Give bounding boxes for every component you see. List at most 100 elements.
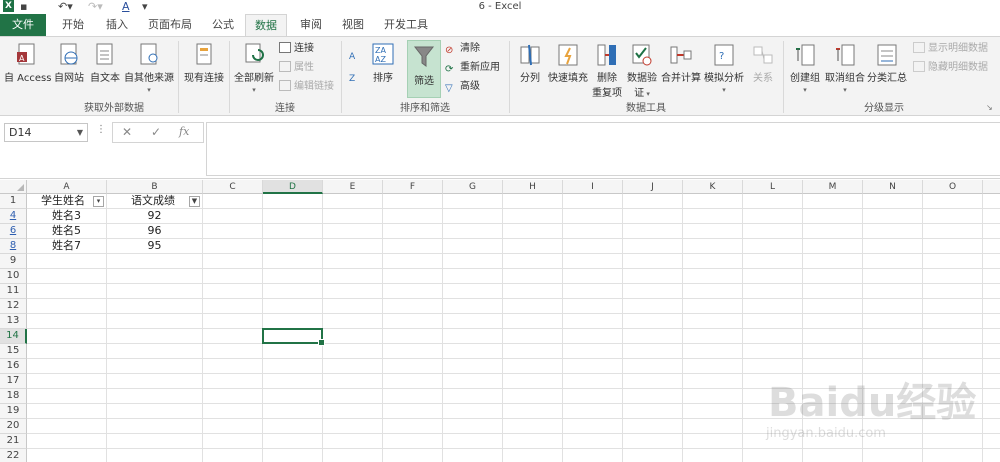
cell-n8[interactable]	[863, 239, 923, 254]
row-header-4[interactable]: 4	[0, 209, 27, 224]
cell-h14[interactable]	[503, 329, 563, 344]
cell-b6[interactable]: 96	[107, 224, 203, 239]
cell-a11[interactable]	[27, 284, 107, 299]
cell-p11[interactable]	[983, 284, 1000, 299]
cell-k4[interactable]	[683, 209, 743, 224]
cell-f20[interactable]	[383, 419, 443, 434]
cell-e16[interactable]	[323, 359, 383, 374]
cell-n6[interactable]	[863, 224, 923, 239]
cell-d20[interactable]	[263, 419, 323, 434]
row-header-11[interactable]: 11	[0, 284, 27, 299]
row-header-16[interactable]: 16	[0, 359, 27, 374]
cell-f4[interactable]	[383, 209, 443, 224]
cell-l4[interactable]	[743, 209, 803, 224]
cell-p15[interactable]	[983, 344, 1000, 359]
cell-c8[interactable]	[203, 239, 263, 254]
cell-a21[interactable]	[27, 434, 107, 449]
tab-formulas[interactable]: 公式	[204, 14, 242, 36]
cell-m8[interactable]	[803, 239, 863, 254]
cell-k8[interactable]	[683, 239, 743, 254]
cell-d16[interactable]	[263, 359, 323, 374]
cell-b13[interactable]	[107, 314, 203, 329]
column-header-a[interactable]: A	[27, 180, 107, 194]
what-if-analysis-button[interactable]: ? 模拟分析 ▾	[703, 43, 745, 95]
cell-j14[interactable]	[623, 329, 683, 344]
cell-j18[interactable]	[623, 389, 683, 404]
cell-d18[interactable]	[263, 389, 323, 404]
cell-m15[interactable]	[803, 344, 863, 359]
column-header-i[interactable]: I	[563, 180, 623, 194]
cell-o11[interactable]	[923, 284, 983, 299]
cell-j4[interactable]	[623, 209, 683, 224]
cell-e18[interactable]	[323, 389, 383, 404]
cell-o4[interactable]	[923, 209, 983, 224]
cell-l14[interactable]	[743, 329, 803, 344]
chevron-down-icon[interactable]: ▼	[77, 124, 83, 141]
row-header-1[interactable]: 1	[0, 194, 27, 209]
cell-c20[interactable]	[203, 419, 263, 434]
cell-c21[interactable]	[203, 434, 263, 449]
cell-j12[interactable]	[623, 299, 683, 314]
row-header-9[interactable]: 9	[0, 254, 27, 269]
cell-n12[interactable]	[863, 299, 923, 314]
cell-l8[interactable]	[743, 239, 803, 254]
select-all-button[interactable]	[0, 180, 27, 194]
cell-i15[interactable]	[563, 344, 623, 359]
cell-e21[interactable]	[323, 434, 383, 449]
cell-f17[interactable]	[383, 374, 443, 389]
column-header-o[interactable]: O	[923, 180, 983, 194]
name-box[interactable]: D14 ▼	[4, 123, 88, 142]
cell-a6[interactable]: 姓名5	[27, 224, 107, 239]
cell-n22[interactable]	[863, 449, 923, 462]
cell-f19[interactable]	[383, 404, 443, 419]
cell-c13[interactable]	[203, 314, 263, 329]
cell-b18[interactable]	[107, 389, 203, 404]
cell-d19[interactable]	[263, 404, 323, 419]
cell-c15[interactable]	[203, 344, 263, 359]
cell-h13[interactable]	[503, 314, 563, 329]
formula-input[interactable]	[206, 122, 1000, 176]
cell-b19[interactable]	[107, 404, 203, 419]
cell-a10[interactable]	[27, 269, 107, 284]
cell-f15[interactable]	[383, 344, 443, 359]
row-header-17[interactable]: 17	[0, 374, 27, 389]
cell-c6[interactable]	[203, 224, 263, 239]
cell-g14[interactable]	[443, 329, 503, 344]
tab-page-layout[interactable]: 页面布局	[142, 14, 198, 36]
cell-i14[interactable]	[563, 329, 623, 344]
text-to-columns-button[interactable]: 分列	[514, 43, 546, 84]
tab-developer[interactable]: 开发工具	[378, 14, 434, 36]
column-header-j[interactable]: J	[623, 180, 683, 194]
cell-e6[interactable]	[323, 224, 383, 239]
cell-p13[interactable]	[983, 314, 1000, 329]
cell-p10[interactable]	[983, 269, 1000, 284]
cell-j17[interactable]	[623, 374, 683, 389]
column-header-c[interactable]: C	[203, 180, 263, 194]
cell-e1[interactable]	[323, 194, 383, 209]
ungroup-button[interactable]: 取消组合 ▾	[824, 43, 866, 95]
remove-duplicates-button[interactable]: 删除 重复项	[591, 43, 623, 99]
cell-k1[interactable]	[683, 194, 743, 209]
cell-e4[interactable]	[323, 209, 383, 224]
cell-c9[interactable]	[203, 254, 263, 269]
sort-button[interactable]: ZA AZ 排序	[370, 43, 396, 84]
cell-b22[interactable]	[107, 449, 203, 462]
cell-n10[interactable]	[863, 269, 923, 284]
cell-k15[interactable]	[683, 344, 743, 359]
column-header-g[interactable]: G	[443, 180, 503, 194]
cell-m6[interactable]	[803, 224, 863, 239]
cell-c16[interactable]	[203, 359, 263, 374]
tab-view[interactable]: 视图	[334, 14, 372, 36]
row-header-18[interactable]: 18	[0, 389, 27, 404]
cell-i21[interactable]	[563, 434, 623, 449]
group-button[interactable]: 创建组 ▾	[787, 43, 823, 95]
cell-g8[interactable]	[443, 239, 503, 254]
cell-h15[interactable]	[503, 344, 563, 359]
cell-p8[interactable]	[983, 239, 1000, 254]
cell-o22[interactable]	[923, 449, 983, 462]
cell-g11[interactable]	[443, 284, 503, 299]
cell-k21[interactable]	[683, 434, 743, 449]
cell-e20[interactable]	[323, 419, 383, 434]
cell-j11[interactable]	[623, 284, 683, 299]
cell-f10[interactable]	[383, 269, 443, 284]
